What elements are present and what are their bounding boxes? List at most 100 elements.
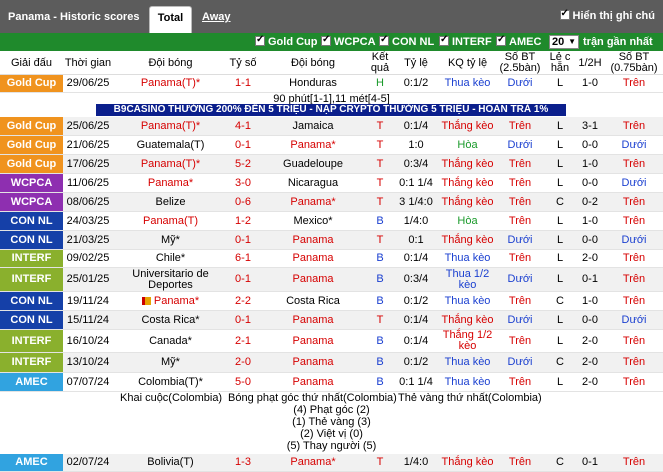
table-row[interactable]: Gold Cup 29/06/25 Panama(T)* 1-1 Honduras H 0:… bbox=[0, 75, 663, 93]
home-team[interactable]: Panama(T)* bbox=[113, 117, 228, 135]
half-time-text: 2-0 bbox=[582, 252, 598, 264]
score[interactable]: 0-1 bbox=[228, 136, 258, 154]
home-team[interactable]: Panama(T)* bbox=[113, 155, 228, 173]
home-team[interactable]: Mỹ* bbox=[113, 353, 228, 372]
home-team[interactable]: Colombia(T)* bbox=[113, 373, 228, 391]
table-row[interactable]: Gold Cup 21/06/25 Guatemala(T) 0-1 Panama* T 1… bbox=[0, 136, 663, 155]
home-team[interactable]: Panama(T) bbox=[113, 212, 228, 230]
home-team[interactable]: Universitario de Deportes bbox=[113, 268, 228, 291]
league-badge[interactable]: CON NL bbox=[0, 231, 63, 249]
away-team[interactable]: Nicaragua bbox=[258, 174, 368, 192]
home-team[interactable]: Costa Rica* bbox=[113, 311, 228, 329]
league-badge[interactable]: AMEC bbox=[0, 454, 63, 471]
league-badge[interactable]: INTERF bbox=[0, 353, 63, 372]
league-badge[interactable]: INTERF bbox=[0, 268, 63, 291]
table-row[interactable]: INTERF 16/10/24 Canada* 2-1 Panama B 0:1/4 Thắn… bbox=[0, 330, 663, 353]
away-team[interactable]: Panama bbox=[258, 330, 368, 352]
away-team[interactable]: Panama bbox=[258, 311, 368, 329]
away-team[interactable]: Panama bbox=[258, 268, 368, 291]
checkbox-icon[interactable] bbox=[321, 34, 331, 46]
away-team[interactable]: Panama* bbox=[258, 454, 368, 471]
league-badge[interactable]: CON NL bbox=[0, 311, 63, 329]
filter-interf[interactable]: INTERF bbox=[439, 34, 492, 48]
away-team[interactable]: Panama* bbox=[258, 193, 368, 211]
home-team[interactable]: Panama* bbox=[113, 292, 228, 310]
league-badge[interactable]: INTERF bbox=[0, 330, 63, 352]
score[interactable]: 1-3 bbox=[228, 454, 258, 471]
score[interactable]: 0-6 bbox=[228, 193, 258, 211]
table-row[interactable]: INTERF 13/10/24 Mỹ* 2-0 Panama B 0:1/2 Thua kèo… bbox=[0, 353, 663, 373]
score[interactable]: 6-1 bbox=[228, 250, 258, 267]
home-team[interactable]: Panama(T)* bbox=[113, 75, 228, 92]
tab-away[interactable]: Away bbox=[202, 6, 231, 33]
away-team[interactable]: Costa Rica bbox=[258, 292, 368, 310]
score[interactable]: 2-1 bbox=[228, 330, 258, 352]
checkbox-icon[interactable] bbox=[439, 34, 449, 46]
home-team[interactable]: Belize bbox=[113, 193, 228, 211]
score[interactable]: 1-1 bbox=[228, 75, 258, 92]
league-badge[interactable]: WCPCA bbox=[0, 193, 63, 211]
score[interactable]: 5-2 bbox=[228, 155, 258, 173]
away-team[interactable]: Panama bbox=[258, 250, 368, 267]
checkbox-icon[interactable] bbox=[255, 34, 265, 46]
table-row[interactable]: INTERF 09/02/25 Chile* 6-1 Panama B 0:1/4 Thua … bbox=[0, 250, 663, 268]
away-team-text: Panama* bbox=[290, 138, 336, 151]
filter-gold-cup[interactable]: Gold Cup bbox=[255, 34, 318, 48]
home-team[interactable]: Bolivia(T) bbox=[113, 454, 228, 471]
table-row[interactable]: WCPCA 11/06/25 Panama* 3-0 Nicaragua T 0:1 1/4… bbox=[0, 174, 663, 193]
home-team[interactable]: Mỹ* bbox=[113, 231, 228, 249]
away-team[interactable]: Jamaica bbox=[258, 117, 368, 135]
away-team[interactable]: Panama* bbox=[258, 136, 368, 154]
table-row[interactable]: CON NL 15/11/24 Costa Rica* 0-1 Panama T 0:1/4… bbox=[0, 311, 663, 330]
score[interactable]: 4-1 bbox=[228, 117, 258, 135]
half-time: 1-0 bbox=[575, 292, 605, 310]
score[interactable]: 2-0 bbox=[228, 353, 258, 372]
match-count-select[interactable]: 20 ▼ bbox=[549, 35, 579, 49]
league-badge[interactable]: Gold Cup bbox=[0, 75, 63, 92]
score[interactable]: 3-0 bbox=[228, 174, 258, 192]
score[interactable]: 0-1 bbox=[228, 268, 258, 291]
handicap-result: Thua kèo bbox=[440, 373, 495, 391]
league-badge[interactable]: Gold Cup bbox=[0, 136, 63, 154]
league-badge[interactable]: CON NL bbox=[0, 212, 63, 230]
checkbox-icon[interactable] bbox=[559, 8, 570, 20]
table-row[interactable]: INTERF 25/01/25 Universitario de Deportes 0… bbox=[0, 268, 663, 292]
league-badge[interactable]: Gold Cup bbox=[0, 117, 63, 135]
filter-wcpca[interactable]: WCPCA bbox=[321, 34, 376, 48]
league-badge[interactable]: INTERF bbox=[0, 250, 63, 267]
show-notes-toggle[interactable]: Hiển thị ghi chú bbox=[559, 8, 655, 22]
home-team[interactable]: Guatemala(T) bbox=[113, 136, 228, 154]
table-row[interactable]: CON NL 19/11/24 Panama* 2-2 Costa Rica B 0:1/2… bbox=[0, 292, 663, 311]
table-row[interactable]: CON NL 21/03/25 Mỹ* 0-1 Panama T 0:1 Thắng kèo D… bbox=[0, 231, 663, 250]
promo-banner[interactable]: B9CASINO THƯỞNG 200% ĐẾN 5 TRIỆU - NẠP C… bbox=[96, 104, 566, 116]
table-row[interactable]: AMEC 07/07/24 Colombia(T)* 5-0 Panama B 0:1 1/… bbox=[0, 373, 663, 392]
tab-total[interactable]: Total bbox=[149, 6, 192, 33]
home-team[interactable]: Chile* bbox=[113, 250, 228, 267]
away-team[interactable]: Panama bbox=[258, 231, 368, 249]
checkbox-icon[interactable] bbox=[496, 34, 506, 46]
checkbox-icon[interactable] bbox=[379, 34, 389, 46]
table-row[interactable]: CON NL 24/03/25 Panama(T) 1-2 Mexico* B 1/4:0 H… bbox=[0, 212, 663, 231]
home-team[interactable]: Canada* bbox=[113, 330, 228, 352]
table-row[interactable]: AMEC 02/07/24 Bolivia(T) 1-3 Panama* T 1/4:0 Th… bbox=[0, 454, 663, 472]
score[interactable]: 1-2 bbox=[228, 212, 258, 230]
filter-con-nl[interactable]: CON NL bbox=[379, 34, 434, 48]
score[interactable]: 2-2 bbox=[228, 292, 258, 310]
away-team[interactable]: Guadeloupe bbox=[258, 155, 368, 173]
table-row[interactable]: WCPCA 08/06/25 Belize 0-6 Panama* T 3 1/4:0 Thắ… bbox=[0, 193, 663, 212]
away-team[interactable]: Mexico* bbox=[258, 212, 368, 230]
table-row[interactable]: Gold Cup 17/06/25 Panama(T)* 5-2 Guadeloupe T… bbox=[0, 155, 663, 174]
league-badge[interactable]: Gold Cup bbox=[0, 155, 63, 173]
league-badge[interactable]: AMEC bbox=[0, 373, 63, 391]
score[interactable]: 0-1 bbox=[228, 231, 258, 249]
away-team[interactable]: Panama bbox=[258, 353, 368, 372]
home-team[interactable]: Panama* bbox=[113, 174, 228, 192]
league-badge[interactable]: CON NL bbox=[0, 292, 63, 310]
league-badge[interactable]: WCPCA bbox=[0, 174, 63, 192]
score[interactable]: 5-0 bbox=[228, 373, 258, 391]
filter-amec[interactable]: AMEC bbox=[496, 34, 541, 48]
away-team[interactable]: Honduras bbox=[258, 75, 368, 92]
table-row[interactable]: Gold Cup 25/06/25 Panama(T)* 4-1 Jamaica T 0:1… bbox=[0, 117, 663, 136]
score[interactable]: 0-1 bbox=[228, 311, 258, 329]
away-team[interactable]: Panama bbox=[258, 373, 368, 391]
